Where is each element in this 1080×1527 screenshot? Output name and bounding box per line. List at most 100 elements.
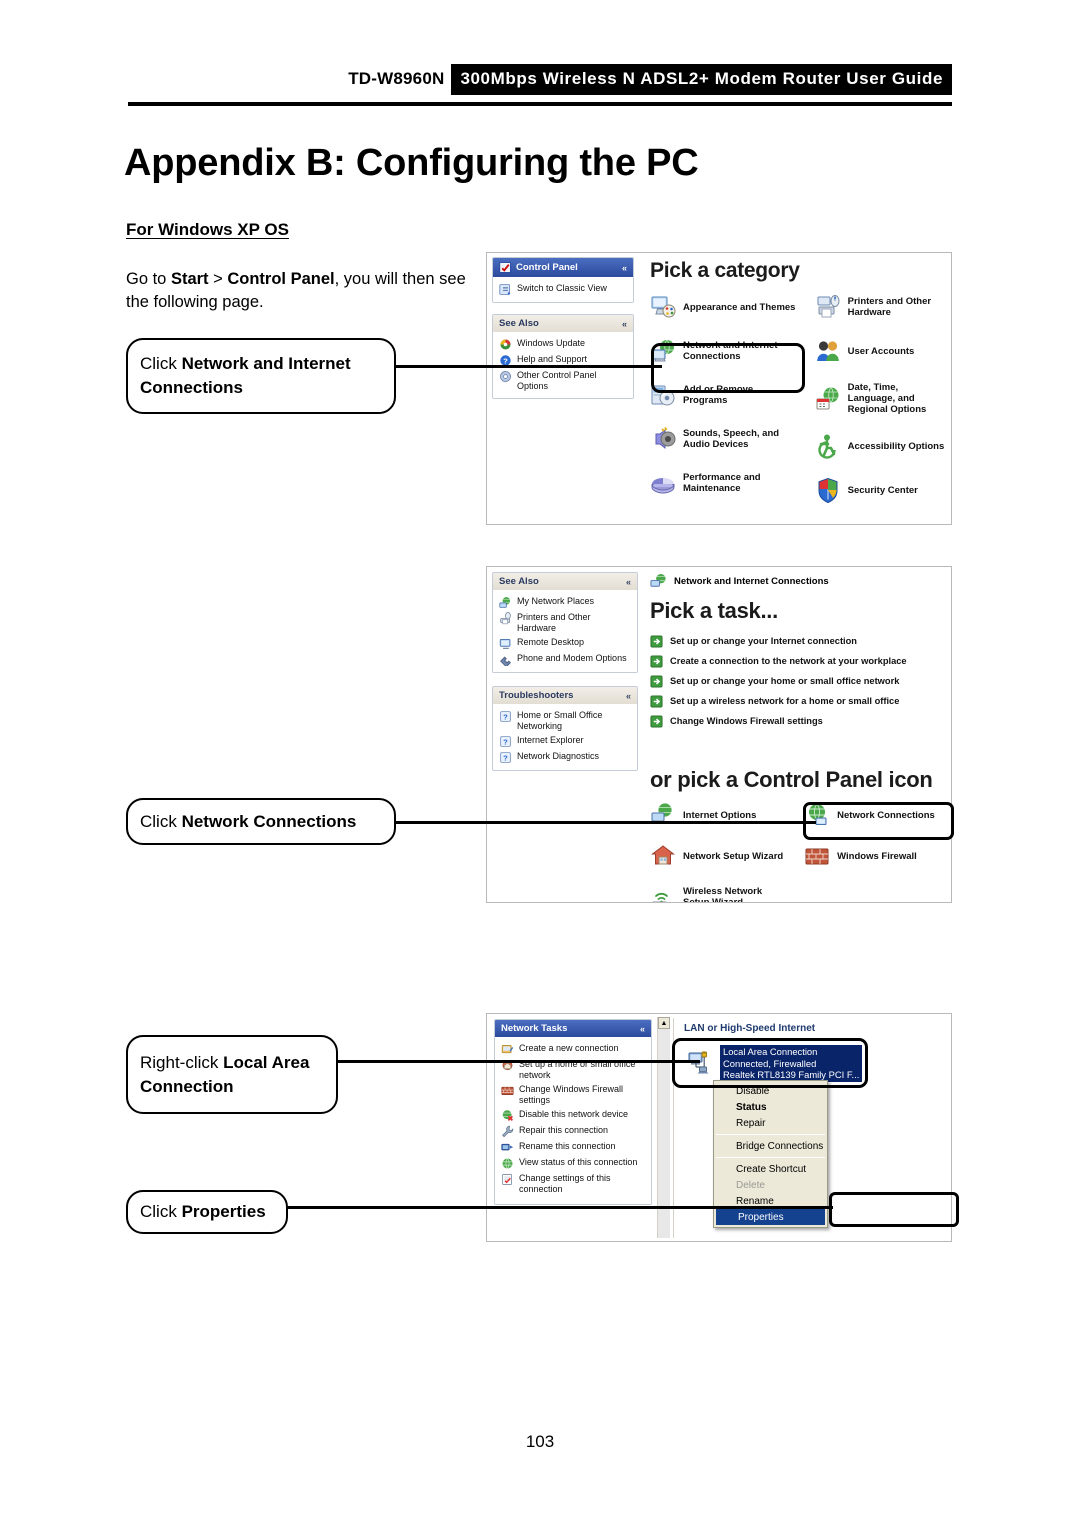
sidebar-item-change-windows-firewall-settings[interactable]: Change Windows Firewall settings — [501, 1082, 645, 1107]
category-label: Security Center — [847, 484, 918, 496]
cp-icon-label: Network Setup Wizard — [683, 850, 784, 862]
sidebar-item-phone-and-modem-options[interactable]: Phone and Modem Options — [499, 651, 631, 667]
menu-item-create-shortcut[interactable]: Create Shortcut — [714, 1161, 827, 1177]
change-settings-icon — [501, 1173, 514, 1186]
section-title: For Windows XP OS — [126, 220, 289, 239]
highlight-local-area-connection — [672, 1038, 868, 1088]
sidebar-item-home-or-small-office-networking[interactable]: ? Home or Small Office Networking — [499, 708, 631, 733]
sidebar-label: Network Diagnostics — [517, 750, 600, 761]
sidebar-item-other-control-panel-options[interactable]: Other Control Panel Options — [499, 368, 627, 393]
svg-text:?: ? — [503, 753, 508, 762]
cp-sidebar-panel-see-also: See Also « Windows Update ? Help and Sup… — [492, 314, 634, 399]
category-user-accounts[interactable]: User Accounts — [815, 338, 945, 364]
callout-2-plain: Click — [140, 811, 182, 831]
sidebar-label: Disable this network device — [519, 1108, 629, 1119]
callout-1-leader — [392, 365, 662, 369]
category-printers-and-other-hardware[interactable]: Printers and Other Hardware — [815, 294, 945, 320]
cp-icon-wireless-network-setup-wizard[interactable]: Wireless Network Setup Wizard — [650, 884, 786, 903]
cp-icon-label: Wireless Network Setup Wizard — [683, 886, 763, 903]
sidebar-label: View status of this connection — [519, 1156, 638, 1167]
category-accessibility-options[interactable]: Accessibility Options — [815, 433, 945, 459]
sidebar-item-view-status-of-this-connection[interactable]: View status of this connection — [501, 1155, 645, 1171]
scrollbar-vertical[interactable]: ▲ — [657, 1017, 670, 1238]
firewall-icon — [501, 1084, 514, 1097]
sidebar-item-disable-this-network-device[interactable]: Disable this network device — [501, 1107, 645, 1123]
menu-item-properties[interactable]: Properties — [716, 1209, 825, 1225]
menu-separator — [716, 1134, 825, 1135]
printers-hardware-icon — [499, 611, 512, 625]
ni-sidebar-panel-troubleshooters: Troubleshooters « ? Home or Small Office… — [492, 686, 638, 771]
cp-icon-windows-firewall[interactable]: Windows Firewall — [804, 843, 945, 869]
sidebar-item-create-a-new-connection[interactable]: Create a new connection — [501, 1041, 645, 1057]
callout-4-leader — [288, 1206, 833, 1210]
svg-text:?: ? — [503, 356, 508, 365]
category-label: Accessibility Options — [847, 440, 945, 452]
sidebar-item-change-settings-of-this-connection[interactable]: Change settings of this connection — [501, 1171, 645, 1196]
green-arrow-icon — [650, 674, 663, 688]
task-setup-wireless-network[interactable]: Set up a wireless network for a home or … — [650, 691, 945, 711]
task-change-firewall-settings[interactable]: Change Windows Firewall settings — [650, 711, 945, 731]
network-tasks-title: Network Tasks — [501, 1023, 568, 1034]
sidebar-item-internet-explorer[interactable]: ? Internet Explorer — [499, 733, 631, 749]
sidebar-item-windows-update[interactable]: Windows Update — [499, 336, 627, 352]
menu-item-delete: Delete — [736, 1179, 765, 1191]
green-arrow-icon — [650, 714, 663, 728]
highlight-network-connections — [803, 802, 954, 840]
help-question-icon: ? — [499, 735, 512, 748]
intro-bold-control-panel: Control Panel — [227, 270, 335, 288]
printers-hardware-icon — [815, 294, 841, 320]
phone-modem-icon — [499, 653, 512, 666]
sidebar-item-remote-desktop[interactable]: Remote Desktop — [499, 635, 631, 651]
sidebar-item-repair-this-connection[interactable]: Repair this connection — [501, 1123, 645, 1139]
switch-view-icon — [499, 283, 512, 296]
sidebar-item-my-network-places[interactable]: My Network Places — [499, 594, 631, 610]
ni-sidebar-panel-see-also: See Also « My Network Places Printers an… — [492, 572, 638, 673]
intro-bold-start: Start — [170, 270, 209, 288]
category-date-time-language[interactable]: Date, Time, Language, and Regional Optio… — [815, 382, 945, 415]
green-arrow-icon — [650, 634, 663, 648]
page-title: Appendix B: Configuring the PC — [124, 142, 699, 184]
cp-icon-network-setup-wizard[interactable]: Network Setup Wizard — [650, 843, 786, 869]
performance-icon — [650, 470, 676, 496]
category-performance-and-maintenance[interactable]: Performance and Maintenance — [650, 470, 797, 496]
sidebar-label: Home or Small Office Networking — [517, 709, 603, 731]
menu-item-bridge-connections[interactable]: Bridge Connections — [714, 1138, 827, 1154]
sidebar-label: Repair this connection — [519, 1124, 609, 1135]
sidebar-item-printers-and-other-hardware[interactable]: Printers and Other Hardware — [499, 610, 631, 635]
sidebar-label: Windows Update — [517, 337, 586, 348]
callout-network-connections: Click Network Connections — [126, 798, 396, 845]
category-label: Sounds, Speech, and Audio Devices — [683, 428, 780, 450]
cp-icon-label: Internet Options — [683, 809, 757, 821]
sidebar-item-switch-classic-view[interactable]: Switch to Classic View — [499, 281, 627, 297]
category-appearance-and-themes[interactable]: Appearance and Themes — [650, 294, 797, 320]
appearance-themes-icon — [650, 294, 676, 320]
pick-a-task-heading: Pick a task... — [650, 598, 778, 623]
intro-mid: > — [208, 270, 228, 288]
callout-1-plain: Click — [140, 354, 182, 373]
category-security-center[interactable]: Security Center — [815, 477, 945, 503]
network-internet-icon — [650, 573, 667, 590]
lan-group-label: LAN or High-Speed Internet — [684, 1023, 816, 1034]
category-sounds-speech-audio[interactable]: Sounds, Speech, and Audio Devices — [650, 426, 797, 452]
menu-item-status[interactable]: Status — [714, 1099, 827, 1115]
callout-3-plain: Right-click — [140, 1052, 224, 1072]
date-time-icon — [815, 386, 841, 412]
task-create-workplace-connection[interactable]: Create a connection to the network at yo… — [650, 651, 945, 671]
see-also-header: See Also « — [493, 315, 633, 332]
menu-separator — [716, 1157, 825, 1158]
chevron-up-icon: « — [621, 262, 627, 273]
task-setup-home-office-network[interactable]: Set up or change your home or small offi… — [650, 671, 945, 691]
intro-prefix: Go to — [126, 270, 171, 288]
breadcrumb: Network and Internet Connections — [674, 576, 829, 587]
category-label: User Accounts — [847, 345, 915, 357]
sidebar-label: Printers and Other Hardware — [517, 611, 591, 633]
menu-item-repair[interactable]: Repair — [714, 1115, 827, 1131]
header-model: TD-W8960N — [348, 69, 445, 88]
task-setup-internet-connection[interactable]: Set up or change your Internet connectio… — [650, 631, 945, 651]
scroll-up-arrow-icon[interactable]: ▲ — [658, 1017, 670, 1029]
see-also-header: See Also « — [493, 573, 637, 590]
sidebar-item-rename-this-connection[interactable]: Rename this connection — [501, 1139, 645, 1155]
svg-text:?: ? — [503, 712, 508, 721]
sidebar-item-network-diagnostics[interactable]: ? Network Diagnostics — [499, 749, 631, 765]
document-page: TD-W8960N 300Mbps Wireless N ADSL2+ Mode… — [0, 0, 1080, 1527]
